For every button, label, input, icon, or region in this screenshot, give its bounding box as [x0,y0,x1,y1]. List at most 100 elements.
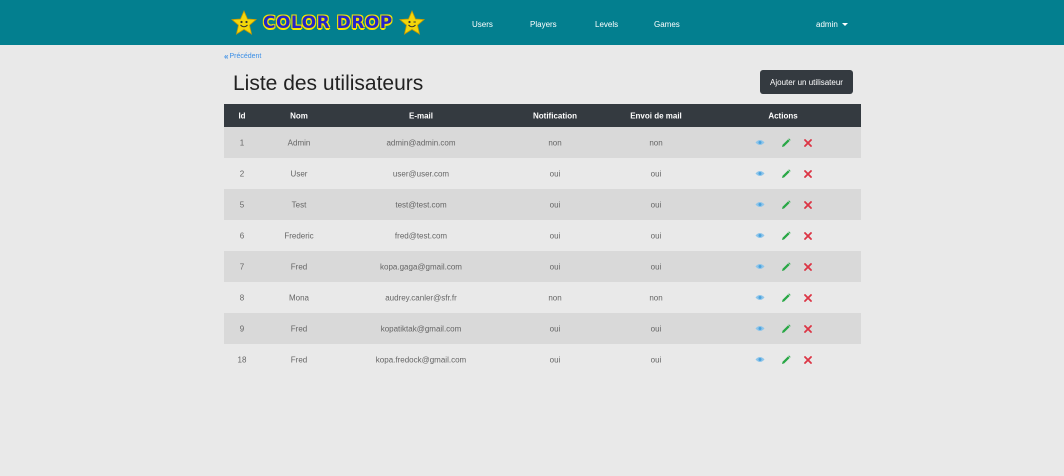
pencil-icon[interactable] [780,354,792,366]
cell-nom: Frederic [284,231,314,240]
close-icon[interactable] [802,354,814,366]
header-envoi: Envoi de mail [630,111,682,120]
user-menu[interactable]: admin [816,20,848,29]
cell-id: 5 [239,200,245,209]
back-label: Précédent [229,53,262,60]
star-smiley-icon [231,10,257,35]
cell-nom: Test [291,200,307,209]
eye-icon[interactable] [754,168,766,180]
cell-notification: oui [549,200,561,209]
cell-notification: oui [549,231,561,240]
nav-link-players[interactable]: Players [530,20,557,29]
row-actions [754,230,814,242]
cell-envoi: oui [650,200,662,209]
table-row: 7 Fred kopa.gaga@gmail.com oui oui [224,251,861,282]
cell-notification: non [548,293,562,302]
table-body: 1 Admin admin@admin.com non non 2 User u… [224,127,861,375]
cell-id: 8 [239,293,245,302]
cell-email: audrey.canler@sfr.fr [385,293,457,302]
pencil-icon[interactable] [780,323,792,335]
header-actions: Actions [768,111,798,120]
pencil-icon[interactable] [780,230,792,242]
table-row: 1 Admin admin@admin.com non non [224,127,861,158]
cell-email: kopa.fredock@gmail.com [375,355,467,364]
cell-email: fred@test.com [394,231,448,240]
row-actions [754,354,814,366]
table-row: 2 User user@user.com oui oui [224,158,861,189]
header-email: E-mail [408,111,434,120]
cell-envoi: oui [650,324,662,333]
row-actions [754,261,814,273]
table-row: 6 Frederic fred@test.com oui oui [224,220,861,251]
table-row: 5 Test test@test.com oui oui [224,189,861,220]
eye-icon[interactable] [754,137,766,149]
eye-icon[interactable] [754,199,766,211]
eye-icon[interactable] [754,354,766,366]
star-smiley-icon [398,10,425,35]
cell-envoi: oui [650,169,662,178]
cell-email: test@test.com [395,200,447,209]
row-actions [754,199,814,211]
cell-email: kopatiktak@gmail.com [380,324,462,333]
close-icon[interactable] [802,168,814,180]
pencil-icon[interactable] [780,292,792,304]
pencil-icon[interactable] [780,137,792,149]
cell-envoi: oui [650,231,662,240]
row-actions [754,168,814,180]
header-nom: Nom [290,111,308,120]
brand-logo[interactable]: COLOR DROP [231,9,425,37]
cell-email: user@user.com [392,169,450,178]
table-row: 8 Mona audrey.canler@sfr.fr non non [224,282,861,313]
cell-id: 18 [237,355,247,364]
table-row: 18 Fred kopa.fredock@gmail.com oui oui [224,344,861,375]
cell-envoi: oui [650,355,662,364]
close-icon[interactable] [802,323,814,335]
cell-nom: Fred [290,355,308,364]
pencil-icon[interactable] [780,261,792,273]
cell-nom: Fred [290,262,308,271]
close-icon[interactable] [802,199,814,211]
cell-id: 9 [239,324,245,333]
add-user-button[interactable]: Ajouter un utilisateur [760,70,853,94]
eye-icon[interactable] [754,230,766,242]
cell-nom: Admin [287,138,311,147]
user-name: admin [816,20,838,29]
pencil-icon[interactable] [780,199,792,211]
page-title: Liste des utilisateurs [233,72,424,95]
cell-notification: oui [549,169,561,178]
users-table: Id Nom E-mail Notification Envoi de mail… [224,104,861,375]
brand-title: COLOR DROP [263,13,393,33]
cell-email: kopa.gaga@gmail.com [380,262,462,271]
double-chevron-left-icon: « [224,52,229,61]
caret-down-icon [841,23,848,26]
back-link[interactable]: « Précédent [224,52,261,61]
close-icon[interactable] [802,230,814,242]
cell-envoi: non [649,293,663,302]
cell-notification: oui [549,324,561,333]
header-id: Id [238,111,246,120]
close-icon[interactable] [802,292,814,304]
row-actions [754,323,814,335]
cell-id: 2 [239,169,245,178]
cell-notification: non [548,138,562,147]
eye-icon[interactable] [754,261,766,273]
nav-link-users[interactable]: Users [472,20,493,29]
cell-id: 6 [239,231,245,240]
cell-notification: oui [549,262,561,271]
cell-email: admin@admin.com [386,138,456,147]
cell-envoi: oui [650,262,662,271]
navbar: COLOR DROP Users Players Levels Games ad… [0,0,1064,45]
eye-icon[interactable] [754,292,766,304]
nav-link-levels[interactable]: Levels [595,20,618,29]
row-actions [754,137,814,149]
row-actions [754,292,814,304]
close-icon[interactable] [802,261,814,273]
cell-envoi: non [649,138,663,147]
nav-link-games[interactable]: Games [654,20,680,29]
close-icon[interactable] [802,137,814,149]
table-row: 9 Fred kopatiktak@gmail.com oui oui [224,313,861,344]
cell-nom: Fred [290,324,308,333]
cell-nom: Mona [288,293,310,302]
pencil-icon[interactable] [780,168,792,180]
eye-icon[interactable] [754,323,766,335]
